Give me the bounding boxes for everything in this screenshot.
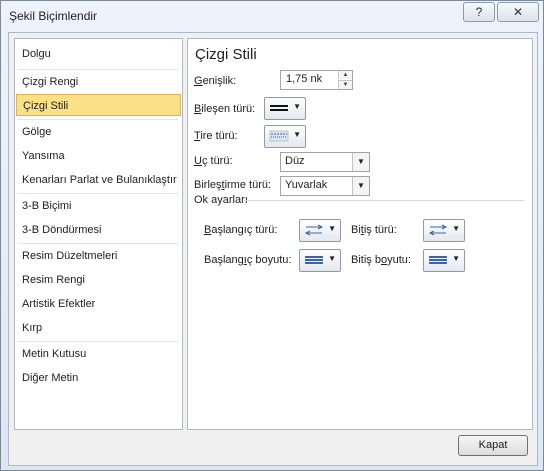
divider (18, 193, 178, 194)
sidebar-item-glow-soft-edges[interactable]: Kenarları Parlat ve Bulanıklaştır (16, 169, 181, 191)
chevron-down-icon: ▼ (452, 254, 460, 263)
arrow-type-icon (304, 224, 324, 236)
sidebar-item-line-color[interactable]: Çizgi Rengi (16, 71, 181, 93)
join-pre: Birleş (194, 179, 222, 191)
group-divider (244, 200, 524, 201)
width-label-accel: G (194, 75, 203, 87)
title-bar[interactable]: Şekil Biçimlendir ? ✕ (1, 1, 543, 31)
arrow-size-icon (305, 256, 323, 264)
help-button[interactable]: ? (463, 2, 495, 22)
close-dialog-button[interactable]: Kapat (458, 435, 528, 456)
category-list: Dolgu Çizgi Rengi Çizgi Stili Gölge Yans… (14, 38, 183, 430)
dash-pattern-icon (269, 130, 289, 142)
end-size-dropdown[interactable]: ▼ (423, 249, 465, 272)
dash-text: ire türü: (200, 130, 238, 142)
begin-type-dropdown[interactable]: ▼ (299, 219, 341, 242)
end-type-text: iş türü: (363, 224, 397, 236)
sidebar-item-3d-rotation[interactable]: 3-B Döndürmesi (16, 219, 181, 241)
line-style-panel: Çizgi Stili Genişlik: 1,75 nk ▲ ▼ Bileşe… (187, 38, 533, 430)
end-size-label: Bitiş boyutu: (351, 254, 411, 266)
sidebar-item-picture-corrections[interactable]: Resim Düzeltmeleri (16, 245, 181, 267)
divider (18, 243, 178, 244)
chevron-down-icon[interactable]: ▼ (352, 153, 369, 171)
panel-title: Çizgi Stili (195, 46, 257, 63)
join-type-value: Yuvarlak (285, 179, 328, 191)
join-type-label: Birleştirme türü: (194, 179, 271, 191)
dialog-title: Şekil Biçimlendir (9, 9, 98, 23)
join-type-select[interactable]: Yuvarlak ▼ (280, 176, 370, 196)
sidebar-item-text-box[interactable]: Metin Kutusu (16, 343, 181, 365)
chevron-down-icon: ▼ (328, 224, 336, 233)
sidebar-item-3d-format[interactable]: 3-B Biçimi (16, 195, 181, 217)
arrow-type-icon (428, 224, 448, 236)
join-text: irme türü: (224, 179, 272, 191)
sidebar-item-alt-text[interactable]: Diğer Metin (16, 367, 181, 389)
format-shape-dialog: Şekil Biçimlendir ? ✕ Dolgu Çizgi Rengi … (0, 0, 544, 471)
close-button[interactable]: ✕ (497, 2, 539, 22)
end-size-pre: Bitiş b (351, 254, 381, 266)
cap-type-label: Uç türü: (194, 155, 233, 167)
begin-size-text: ç boyutu: (246, 254, 292, 266)
dialog-body: Dolgu Çizgi Rengi Çizgi Stili Gölge Yans… (8, 32, 538, 466)
compound-text: ileşen türü: (201, 103, 256, 115)
sidebar-item-crop[interactable]: Kırp (16, 317, 181, 339)
width-label-text: enişlik: (202, 75, 237, 87)
end-type-label: Bitiş türü: (351, 224, 397, 236)
divider (18, 69, 178, 70)
spin-down-icon[interactable]: ▼ (338, 80, 352, 89)
chevron-down-icon[interactable]: ▼ (352, 177, 369, 195)
chevron-down-icon: ▼ (293, 130, 301, 139)
end-size-text: yutu: (387, 254, 411, 266)
compound-lines-icon (270, 105, 288, 111)
cap-type-value: Düz (285, 155, 305, 167)
cap-type-select[interactable]: Düz ▼ (280, 152, 370, 172)
chevron-down-icon: ▼ (293, 102, 301, 111)
chevron-down-icon: ▼ (452, 224, 460, 233)
width-spinner[interactable]: 1,75 nk ▲ ▼ (280, 70, 353, 90)
sidebar-item-artistic-effects[interactable]: Artistik Efektler (16, 293, 181, 315)
begin-size-pre: Başlang (204, 254, 244, 266)
divider (18, 341, 178, 342)
sidebar-item-picture-color[interactable]: Resim Rengi (16, 269, 181, 291)
arrow-size-icon (429, 256, 447, 264)
begin-size-dropdown[interactable]: ▼ (299, 249, 341, 272)
dash-type-label: Tire türü: (194, 130, 238, 142)
cap-accel: U (194, 155, 202, 167)
begin-type-text: aşlangıç türü: (211, 224, 278, 236)
begin-size-label: Başlangıç boyutu: (204, 254, 291, 266)
cap-text: ç türü: (201, 155, 233, 167)
sidebar-item-line-style[interactable]: Çizgi Stili (16, 94, 181, 116)
compound-type-dropdown[interactable]: ▼ (264, 97, 306, 120)
end-type-pre: Bi (351, 224, 361, 236)
compound-type-label: Bileşen türü: (194, 103, 255, 115)
end-type-dropdown[interactable]: ▼ (423, 219, 465, 242)
sidebar-item-reflection[interactable]: Yansıma (16, 145, 181, 167)
width-label: Genişlik: (194, 75, 236, 87)
divider (18, 119, 178, 120)
arrow-settings-heading: Ok ayarları (194, 194, 248, 206)
spin-up-icon[interactable]: ▲ (338, 71, 352, 79)
sidebar-item-dolgu[interactable]: Dolgu (16, 43, 181, 65)
begin-type-label: Başlangıç türü: (204, 224, 277, 236)
sidebar-item-shadow[interactable]: Gölge (16, 121, 181, 143)
width-value: 1,75 nk (286, 73, 323, 85)
dash-type-dropdown[interactable]: ▼ (264, 125, 306, 148)
chevron-down-icon: ▼ (328, 254, 336, 263)
